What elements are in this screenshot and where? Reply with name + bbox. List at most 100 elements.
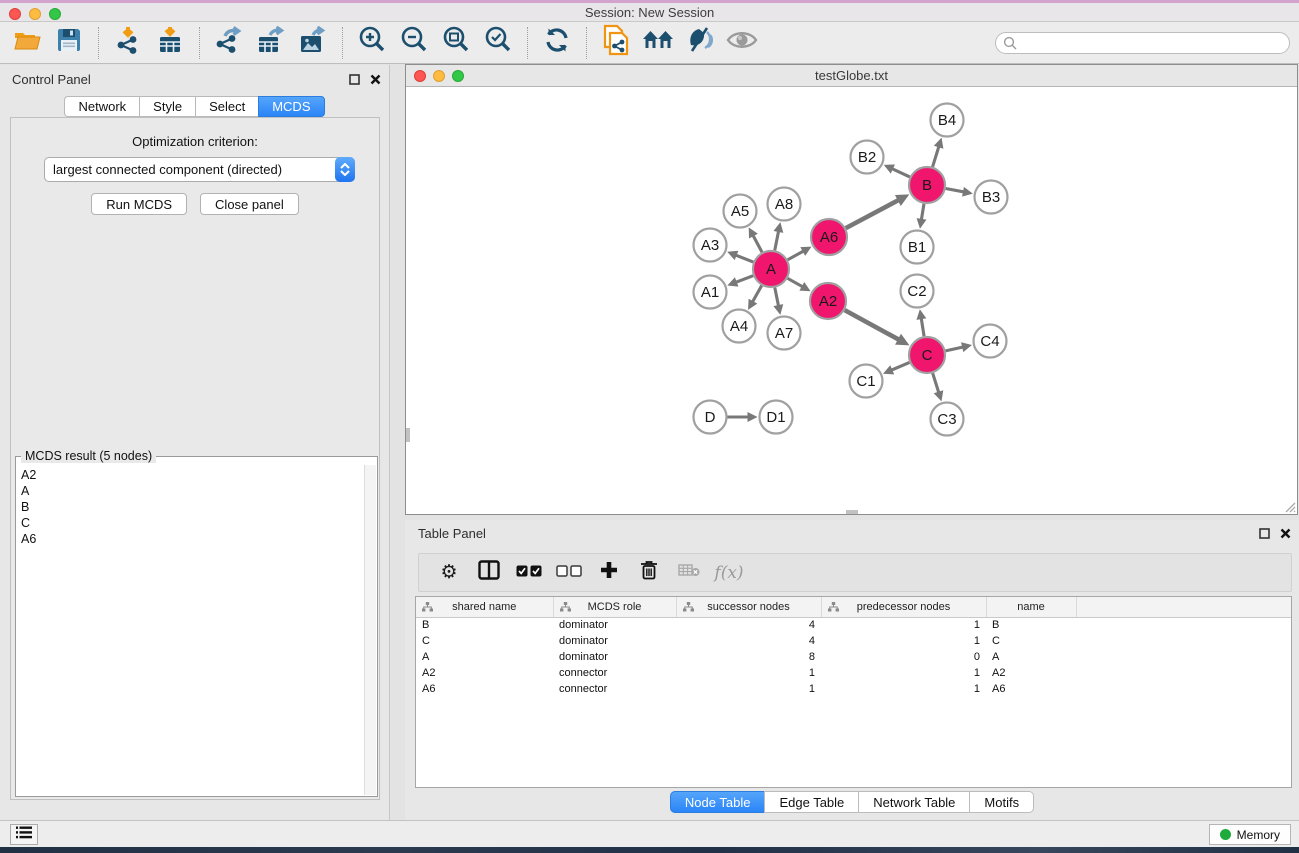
criterion-select[interactable]: largest connected component (directed) [44,157,355,182]
edge-arrowhead [774,222,784,233]
resize-grip-icon[interactable] [1284,501,1296,513]
edge-A-A4[interactable] [752,286,761,302]
result-scrollbar[interactable] [364,465,376,795]
first-neighbors-button[interactable] [637,26,679,60]
edge-C-C2[interactable] [921,318,924,336]
deselect-all-rows-button[interactable] [549,557,589,589]
edge-A-A5[interactable] [753,235,762,252]
result-item[interactable]: B [21,499,363,515]
float-panel-icon[interactable] [349,72,360,90]
edge-B-B1[interactable] [921,204,924,220]
result-item[interactable]: C [21,515,363,531]
edge-A-A1[interactable] [736,276,753,283]
export-image-button[interactable] [292,26,334,60]
edge-A-A3[interactable] [736,255,754,262]
table-row[interactable]: Cdominator41C [416,633,1291,649]
col-predecessor-nodes[interactable]: predecessor nodes [821,597,986,617]
open-file-button[interactable] [6,26,48,60]
edge-C-C1[interactable] [891,362,909,370]
edge-A-A6[interactable] [788,251,804,260]
close-panel-icon[interactable] [1280,526,1291,544]
edge-B-B2[interactable] [892,169,910,177]
refresh-layout-button[interactable] [536,26,578,60]
search-field-wrap [995,32,1290,54]
edge-C-C4[interactable] [946,347,964,351]
network-canvas[interactable]: B4B2BB3A5A8A6A3B1AA1C2A2A4A7C4CC1C3DD1 [406,87,1297,514]
network-hscrollbar[interactable] [846,510,858,514]
col-successor-nodes[interactable]: successor nodes [676,597,821,617]
edge-A-A8[interactable] [775,231,779,250]
table-row[interactable]: A2connector11A2 [416,665,1291,681]
table-row[interactable]: Bdominator41B [416,617,1291,633]
edge-B-B4[interactable] [933,146,939,167]
result-item[interactable]: A2 [21,467,363,483]
show-hide-flagged-button[interactable] [721,26,763,60]
edge-A6-B[interactable] [846,200,899,228]
mcds-result-list[interactable]: A2ABCA6 [17,465,363,795]
save-session-button[interactable] [48,26,90,60]
add-column-button[interactable] [589,557,629,589]
select-all-rows-button[interactable] [509,557,549,589]
search-icon [1003,36,1017,55]
tab-node-table[interactable]: Node Table [670,791,765,813]
col-mcds-role[interactable]: MCDS role [553,597,676,617]
edge-B-B3[interactable] [946,189,964,192]
new-network-from-selection-button[interactable] [595,26,637,60]
tab-edge-table[interactable]: Edge Table [764,791,858,813]
delete-table-button-disabled [669,557,709,589]
tab-network-table[interactable]: Network Table [858,791,969,813]
delete-table-icon [678,563,700,582]
unchecked-boxes-icon [556,564,582,582]
col-shared-name[interactable]: shared name [416,597,553,617]
edge-arrowhead [917,218,927,229]
memory-button[interactable]: Memory [1209,824,1291,845]
run-mcds-button[interactable]: Run MCDS [91,193,187,215]
edge-A2-C[interactable] [845,310,899,340]
toolbar-separator [98,27,99,59]
result-item[interactable]: A [21,483,363,499]
search-input[interactable] [995,32,1290,54]
zoom-out-button[interactable] [393,26,435,60]
export-network-button[interactable] [208,26,250,60]
node-label-A7: A7 [775,325,793,342]
zoom-selected-icon [483,25,513,60]
zoom-selected-button[interactable] [477,26,519,60]
float-panel-icon[interactable] [1259,526,1270,544]
network-vscrollbar[interactable] [406,428,410,442]
import-table-button[interactable] [149,26,191,60]
tab-network[interactable]: Network [64,96,139,117]
zoom-in-icon [357,25,387,60]
edge-arrowhead [934,138,944,149]
edge-arrowhead [934,390,944,401]
col-name[interactable]: name [986,597,1076,617]
hierarchy-icon [683,602,694,615]
tab-motifs[interactable]: Motifs [969,791,1034,813]
edge-arrowhead [961,342,972,352]
import-network-button[interactable] [107,26,149,60]
checked-boxes-icon [516,564,542,582]
edge-A-A7[interactable] [775,288,779,306]
table-settings-button[interactable]: ⚙ [429,557,469,589]
main-toolbar [0,22,1299,64]
delete-column-button[interactable] [629,557,669,589]
export-table-button[interactable] [250,26,292,60]
node-label-B2: B2 [858,149,876,166]
table-header-row[interactable]: shared name MCDS role successor nodes [416,597,1291,617]
hierarchy-icon [422,602,433,615]
task-history-button[interactable] [10,824,38,845]
table-row[interactable]: Adominator80A [416,649,1291,665]
table-row[interactable]: A6connector11A6 [416,681,1291,697]
edge-C-C3[interactable] [933,373,939,393]
hide-graphics-details-button[interactable] [679,26,721,60]
zoom-in-button[interactable] [351,26,393,60]
table-column-layout-button[interactable] [469,557,509,589]
tab-style[interactable]: Style [139,96,195,117]
edge-A-A2[interactable] [788,278,803,287]
zoom-fit-button[interactable] [435,26,477,60]
list-icon [16,826,32,844]
tab-mcds[interactable]: MCDS [258,96,324,117]
close-panel-button[interactable]: Close panel [200,193,299,215]
close-panel-icon[interactable] [370,72,381,90]
result-item[interactable]: A6 [21,531,363,547]
tab-select[interactable]: Select [195,96,258,117]
